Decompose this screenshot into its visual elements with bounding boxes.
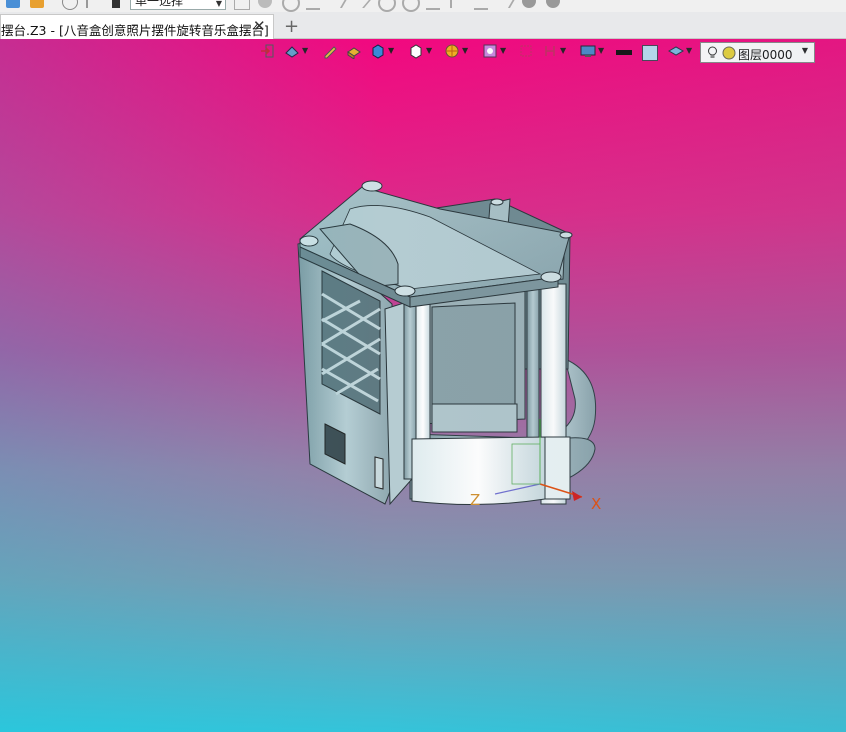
tab-document[interactable]: 摆台.Z3 - [八音盒创意照片摆件旋转音乐盒摆台] ✕ xyxy=(0,14,274,39)
selection-mode-select[interactable]: 单一选择 ▼ xyxy=(130,0,226,10)
point-icon[interactable] xyxy=(426,0,440,10)
close-icon[interactable]: ✕ xyxy=(253,17,266,35)
selection-mode-value: 单一选择 xyxy=(135,0,184,8)
document-tab-bar: 摆台.Z3 - [八音盒创意照片摆件旋转音乐盒摆台] ✕ + xyxy=(0,12,846,39)
settings2-icon[interactable] xyxy=(546,0,560,8)
axis-z-label: Z xyxy=(470,491,481,509)
cursor-icon[interactable] xyxy=(62,0,78,10)
select-gear-icon[interactable] xyxy=(258,0,272,8)
settings-icon[interactable] xyxy=(522,0,536,8)
model-3d-view[interactable] xyxy=(0,39,846,732)
chevron-down-icon: ▼ xyxy=(215,0,222,8)
vertex-icon[interactable] xyxy=(450,0,466,8)
graphics-viewport[interactable]: ▼ ▼ ▼ ▼ ▼ ▼ ▼ ▼ 图层0000 ▼ X Z xyxy=(0,39,846,732)
rotate-icon[interactable] xyxy=(282,0,300,12)
main-toolbar: 单一选择 ▼ xyxy=(0,0,846,12)
filter-icon[interactable] xyxy=(112,0,120,8)
add-tab-button[interactable]: + xyxy=(284,16,299,37)
app-icon[interactable] xyxy=(6,0,20,8)
refresh-icon[interactable] xyxy=(402,0,420,12)
model-front-base xyxy=(411,436,571,506)
open-file-icon[interactable] xyxy=(30,0,44,8)
draft-icon[interactable] xyxy=(493,0,519,8)
circle-icon[interactable] xyxy=(378,0,396,12)
model-inner-window xyxy=(419,290,526,433)
trim-icon[interactable] xyxy=(474,0,488,10)
arrow-icon[interactable] xyxy=(348,0,376,8)
snap-icon[interactable] xyxy=(306,0,320,10)
pointer-icon[interactable] xyxy=(234,0,250,10)
line-icon[interactable] xyxy=(325,0,351,8)
tab-document-title: 摆台.Z3 - [八音盒创意照片摆件旋转音乐盒摆台] xyxy=(1,23,269,38)
pick-icon[interactable] xyxy=(86,0,102,8)
axis-x-label: X xyxy=(591,495,602,513)
